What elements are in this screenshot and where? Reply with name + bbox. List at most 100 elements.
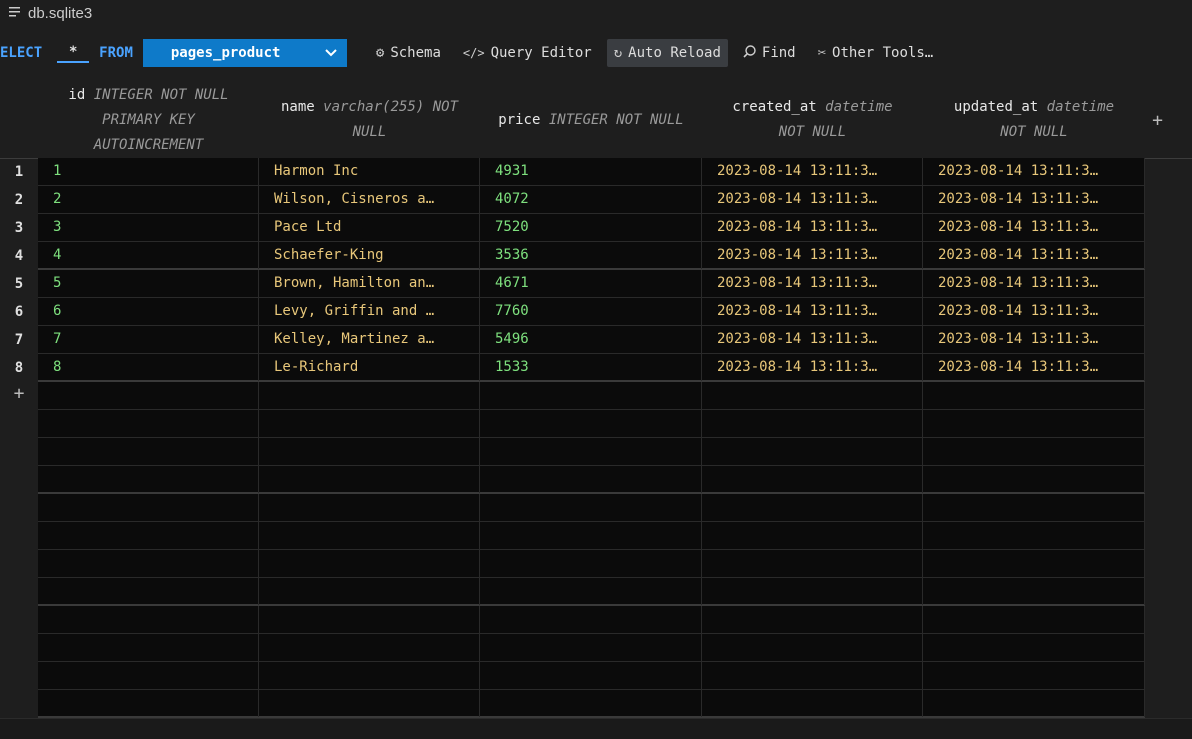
- cell-updated-at[interactable]: [923, 410, 1145, 437]
- empty-row[interactable]: [38, 662, 1145, 690]
- cell-updated-at[interactable]: [923, 634, 1145, 661]
- cell-id[interactable]: [38, 466, 259, 493]
- cell-created-at[interactable]: 2023-08-14 13:11:3…: [702, 186, 923, 213]
- cell-id[interactable]: 6: [38, 298, 259, 325]
- table-row[interactable]: 8 Le-Richard 1533 2023-08-14 13:11:3… 2023-0…: [38, 354, 1145, 382]
- empty-row[interactable]: [38, 550, 1145, 578]
- cell-price[interactable]: 3536: [480, 242, 702, 269]
- column-header-created-at[interactable]: created_at datetime NOT NULL: [702, 82, 923, 158]
- cell-price[interactable]: [480, 494, 702, 521]
- cell-created-at[interactable]: [702, 662, 923, 689]
- cell-created-at[interactable]: [702, 606, 923, 633]
- cell-updated-at[interactable]: 2023-08-14 13:11:3…: [923, 270, 1145, 297]
- column-header-updated-at[interactable]: updated_at datetime NOT NULL: [923, 82, 1145, 158]
- cell-price[interactable]: [480, 662, 702, 689]
- cell-name[interactable]: Kelley, Martinez a…: [259, 326, 480, 353]
- cell-id[interactable]: 3: [38, 214, 259, 241]
- cell-name[interactable]: [259, 410, 480, 437]
- cell-created-at[interactable]: 2023-08-14 13:11:3…: [702, 158, 923, 185]
- cell-name[interactable]: [259, 634, 480, 661]
- cell-price[interactable]: [480, 578, 702, 605]
- cell-id[interactable]: [38, 606, 259, 633]
- row-number[interactable]: 4: [0, 242, 38, 270]
- cell-id[interactable]: [38, 634, 259, 661]
- row-number[interactable]: 1: [0, 158, 38, 186]
- row-number[interactable]: 2: [0, 186, 38, 214]
- cell-id[interactable]: [38, 494, 259, 521]
- cell-created-at[interactable]: [702, 690, 923, 717]
- cell-name[interactable]: [259, 550, 480, 577]
- cell-price[interactable]: [480, 382, 702, 409]
- cell-id[interactable]: 7: [38, 326, 259, 353]
- cell-updated-at[interactable]: 2023-08-14 13:11:3…: [923, 158, 1145, 185]
- cell-price[interactable]: [480, 606, 702, 633]
- cell-name[interactable]: Brown, Hamilton an…: [259, 270, 480, 297]
- cell-name[interactable]: [259, 438, 480, 465]
- cell-updated-at[interactable]: [923, 522, 1145, 549]
- cell-created-at[interactable]: 2023-08-14 13:11:3…: [702, 270, 923, 297]
- cell-price[interactable]: [480, 550, 702, 577]
- cell-updated-at[interactable]: 2023-08-14 13:11:3…: [923, 354, 1145, 381]
- cell-price[interactable]: 4931: [480, 158, 702, 185]
- cell-id[interactable]: [38, 662, 259, 689]
- cell-price[interactable]: [480, 522, 702, 549]
- column-selector-input[interactable]: *: [57, 43, 90, 63]
- cell-updated-at[interactable]: [923, 466, 1145, 493]
- row-number[interactable]: 6: [0, 298, 38, 326]
- cell-price[interactable]: 4072: [480, 186, 702, 213]
- cell-name[interactable]: [259, 690, 480, 717]
- cell-price[interactable]: 5496: [480, 326, 702, 353]
- find-button[interactable]: Find: [736, 39, 803, 67]
- cell-id[interactable]: [38, 690, 259, 717]
- table-row[interactable]: 5 Brown, Hamilton an… 4671 2023-08-14 13:11…: [38, 270, 1145, 298]
- cell-created-at[interactable]: [702, 550, 923, 577]
- cell-updated-at[interactable]: 2023-08-14 13:11:3…: [923, 326, 1145, 353]
- cell-name[interactable]: [259, 382, 480, 409]
- cell-created-at[interactable]: [702, 634, 923, 661]
- cell-created-at[interactable]: [702, 410, 923, 437]
- column-header-id[interactable]: id INTEGER NOT NULL PRIMARY KEY AUTOINCR…: [38, 82, 259, 158]
- cell-id[interactable]: 5: [38, 270, 259, 297]
- empty-row[interactable]: [38, 606, 1145, 634]
- cell-id[interactable]: [38, 410, 259, 437]
- cell-updated-at[interactable]: [923, 438, 1145, 465]
- empty-row[interactable]: [38, 438, 1145, 466]
- cell-created-at[interactable]: 2023-08-14 13:11:3…: [702, 242, 923, 269]
- cell-id[interactable]: [38, 522, 259, 549]
- cell-created-at[interactable]: [702, 494, 923, 521]
- cell-id[interactable]: [38, 578, 259, 605]
- table-row[interactable]: 3 Pace Ltd 7520 2023-08-14 13:11:3… 2023-08-…: [38, 214, 1145, 242]
- auto-reload-button[interactable]: ↻ Auto Reload: [606, 39, 728, 67]
- row-number[interactable]: 7: [0, 326, 38, 354]
- cell-created-at[interactable]: 2023-08-14 13:11:3…: [702, 214, 923, 241]
- cell-price[interactable]: 4671: [480, 270, 702, 297]
- add-row-button[interactable]: +: [0, 382, 38, 410]
- empty-row[interactable]: [38, 690, 1145, 718]
- empty-row[interactable]: [38, 578, 1145, 606]
- cell-updated-at[interactable]: [923, 550, 1145, 577]
- column-header-name[interactable]: name varchar(255) NOT NULL: [259, 82, 480, 158]
- table-row[interactable]: 6 Levy, Griffin and … 7760 2023-08-14 13:11…: [38, 298, 1145, 326]
- cell-updated-at[interactable]: [923, 662, 1145, 689]
- cell-price[interactable]: 7520: [480, 214, 702, 241]
- cell-name[interactable]: [259, 606, 480, 633]
- empty-row[interactable]: [38, 466, 1145, 494]
- table-row[interactable]: 7 Kelley, Martinez a… 5496 2023-08-14 13:11…: [38, 326, 1145, 354]
- cell-name[interactable]: Harmon Inc: [259, 158, 480, 185]
- cell-updated-at[interactable]: 2023-08-14 13:11:3…: [923, 298, 1145, 325]
- cell-price[interactable]: [480, 634, 702, 661]
- cell-name[interactable]: [259, 494, 480, 521]
- add-column-button[interactable]: +: [1145, 82, 1170, 158]
- cell-id[interactable]: 1: [38, 158, 259, 185]
- other-tools-button[interactable]: ✂ Other Tools…: [811, 39, 941, 67]
- cell-name[interactable]: Pace Ltd: [259, 214, 480, 241]
- row-number[interactable]: 3: [0, 214, 38, 242]
- cell-name[interactable]: [259, 578, 480, 605]
- empty-row[interactable]: [38, 382, 1145, 410]
- cell-id[interactable]: [38, 550, 259, 577]
- cell-id[interactable]: [38, 382, 259, 409]
- cell-price[interactable]: 7760: [480, 298, 702, 325]
- table-select-dropdown[interactable]: pages_product: [142, 39, 347, 67]
- row-number[interactable]: 8: [0, 354, 38, 382]
- table-row[interactable]: 4 Schaefer-King 3536 2023-08-14 13:11:3… 202…: [38, 242, 1145, 270]
